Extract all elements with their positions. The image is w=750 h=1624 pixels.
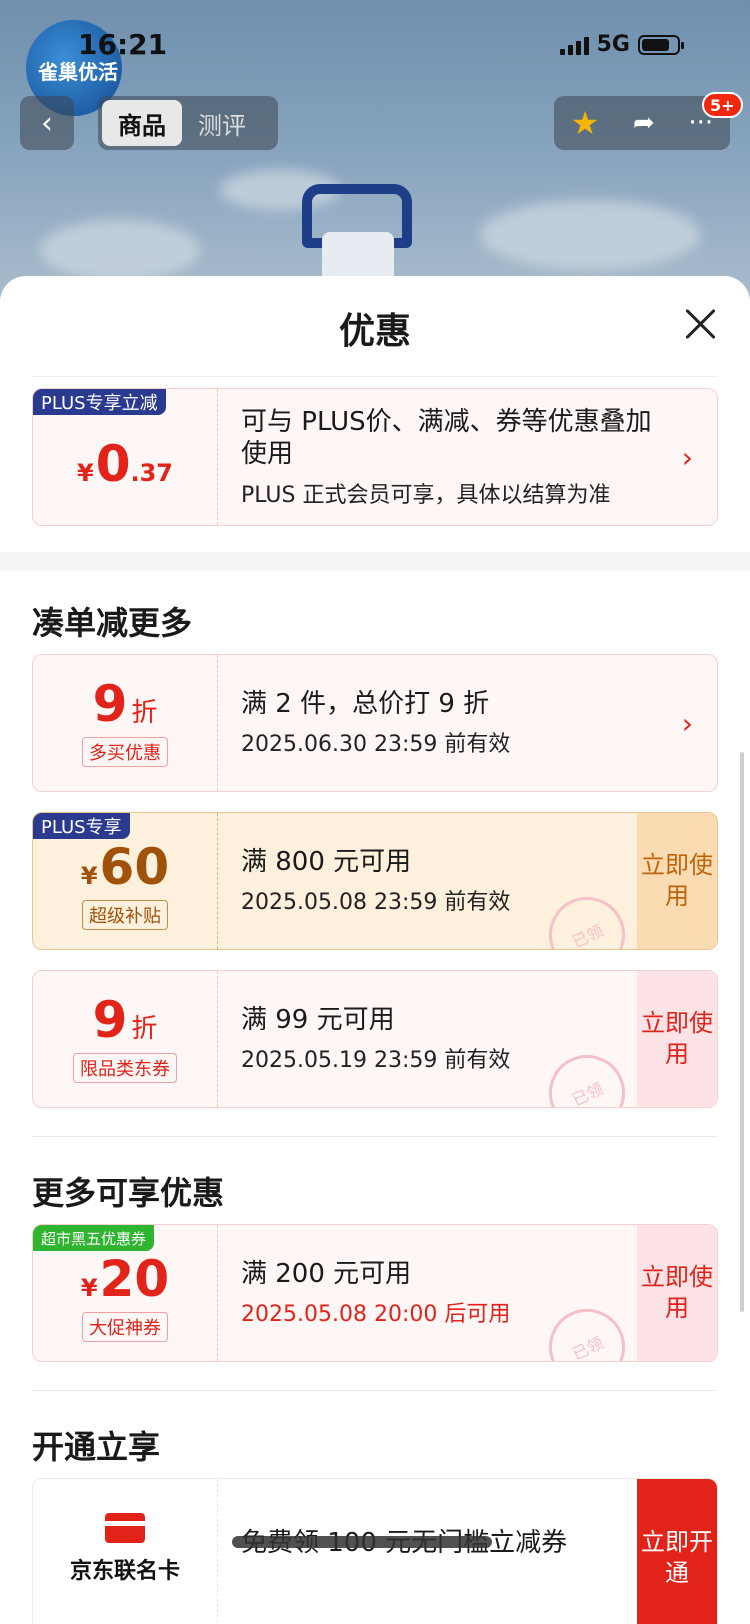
discount-value: 9 折 [92, 675, 158, 733]
discount-sheet: 优惠 PLUS专享立减 ¥ 0 .37 可与 PLUS价、满减、券等优惠叠加使用… [0, 276, 750, 1624]
coupon-validity: 2025.06.30 23:59 前有效 [241, 732, 511, 758]
share-icon[interactable]: ➦ [633, 108, 655, 138]
member-card-offer[interactable]: 京东联名卡 免费领 100 元无门槛立减券 立即开通 [32, 1478, 718, 1624]
use-now-button[interactable]: 立即使用 [637, 1225, 717, 1361]
coupon-type-pill: 超级补贴 [82, 900, 168, 930]
coupon-condition: 满 200 元可用 [241, 1258, 412, 1289]
plus-sub-text: PLUS 正式会员可享，具体以结算为准 [241, 482, 611, 508]
message-badge: 5+ [702, 92, 743, 118]
section-gap [0, 552, 750, 570]
signal-icon [559, 35, 589, 55]
discount-value: 9 折 [92, 991, 158, 1049]
coupon-type-pill: 大促神券 [82, 1312, 168, 1342]
back-button[interactable]: ‹ [20, 96, 74, 150]
status-bar: 16:21 5G [0, 28, 750, 68]
coupon-multi-buy[interactable]: 9 折 多买优惠 满 2 件，总价打 9 折 2025.06.30 23:59 … [32, 654, 718, 792]
network-label: 5G [596, 32, 630, 57]
use-now-button[interactable]: 立即使用 [637, 813, 717, 949]
tab-review[interactable]: 测评 [182, 100, 262, 146]
battery-icon [638, 34, 684, 55]
coupon-condition: 满 2 件，总价打 9 折 [241, 688, 490, 719]
close-icon[interactable] [682, 306, 718, 342]
member-card-label: 京东联名卡 [69, 1559, 180, 1584]
coupon-amount: ¥ 20 [80, 1250, 170, 1308]
coupon-category[interactable]: 9 折 限品类东券 满 99 元可用 2025.05.19 23:59 前有效 … [32, 970, 718, 1108]
chevron-right-icon: › [681, 441, 693, 474]
divider [32, 1136, 718, 1137]
section-title-activate: 开通立享 [32, 1428, 161, 1466]
coupon-type-pill: 多买优惠 [82, 737, 168, 767]
divider [32, 376, 718, 377]
chevron-right-icon: › [681, 707, 693, 740]
tab-goods[interactable]: 商品 [102, 100, 182, 146]
section-title-combine: 凑单减更多 [32, 604, 193, 642]
use-now-button[interactable]: 立即使用 [637, 971, 717, 1107]
favorite-star-icon[interactable]: ★ [571, 104, 600, 142]
status-time: 16:21 [78, 28, 168, 61]
section-title-more: 更多可享优惠 [32, 1174, 225, 1212]
activate-now-button[interactable]: 立即开通 [637, 1479, 717, 1624]
page-tabs: 商品 测评 [98, 96, 278, 150]
coupon-plus-subsidy[interactable]: PLUS专享 ¥ 60 超级补贴 满 800 元可用 2025.05.08 23… [32, 812, 718, 950]
redaction-mark [232, 1536, 492, 1548]
coupon-amount: ¥ 60 [80, 838, 170, 896]
sheet-title: 优惠 [338, 311, 411, 352]
coupon-condition: 满 800 元可用 [241, 846, 412, 877]
credit-card-icon [105, 1513, 145, 1543]
coupon-black-friday[interactable]: 超市黑五优惠券 ¥ 20 大促神券 满 200 元可用 2025.05.08 2… [32, 1224, 718, 1362]
divider [32, 1390, 718, 1391]
plus-amount: ¥ 0 .37 [76, 435, 173, 493]
plus-main-text: 可与 PLUS价、满减、券等优惠叠加使用 [241, 406, 652, 470]
chevron-left-icon: ‹ [41, 105, 53, 141]
scrollbar[interactable] [740, 752, 744, 1312]
coupon-condition: 满 99 元可用 [241, 1004, 395, 1035]
plus-discount-card[interactable]: PLUS专享立减 ¥ 0 .37 可与 PLUS价、满减、券等优惠叠加使用 PL… [32, 388, 718, 526]
coupon-type-pill: 限品类东券 [73, 1053, 177, 1083]
